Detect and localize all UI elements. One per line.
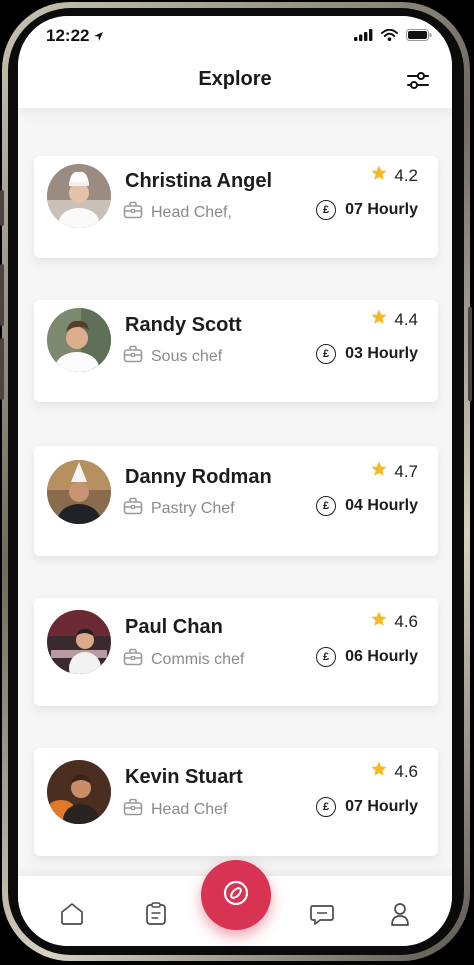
rating: 4.6	[370, 610, 418, 633]
home-icon[interactable]	[56, 898, 88, 930]
rating-value: 4.6	[394, 761, 418, 781]
chef-role: Head Chef	[151, 800, 228, 818]
role-row: Head Chef	[123, 798, 228, 821]
power-button	[468, 307, 472, 401]
chef-card[interactable]: Danny Rodman Pastry Chef 4.7 £ 04 Hourly	[34, 446, 438, 556]
rate-text: 04 Hourly	[345, 497, 418, 514]
role-row: Head Chef,	[123, 201, 232, 224]
page-title: Explore	[198, 68, 272, 90]
role-row: Commis chef	[123, 648, 244, 671]
chef-role: Commis chef	[151, 650, 245, 668]
wifi-icon	[381, 28, 398, 46]
status-time: 12:22	[46, 26, 90, 45]
rating: 4.6	[370, 760, 418, 783]
chef-name: Christina Angel	[125, 170, 273, 192]
rating-value: 4.4	[394, 309, 418, 329]
pound-icon: £	[316, 647, 337, 667]
status-icons	[354, 28, 432, 46]
chef-role: Pastry Chef	[151, 499, 235, 517]
hourly-rate: £ 03 Hourly	[316, 344, 418, 364]
rating-value: 4.7	[394, 461, 418, 481]
top-app-bar: Explore	[18, 56, 452, 108]
chef-card[interactable]: Randy Scott Sous chef 4.4 £ 03 Hourly	[34, 300, 438, 402]
location-arrow-icon	[93, 29, 104, 47]
star-icon	[370, 308, 388, 331]
star-icon	[370, 760, 388, 783]
chef-role: Sous chef	[151, 347, 223, 365]
profile-icon[interactable]	[384, 898, 416, 930]
chef-card[interactable]: Kevin Stuart Head Chef 4.6 £ 07 Hourly	[34, 748, 438, 856]
briefcase-icon	[123, 798, 143, 821]
hourly-rate: £ 06 Hourly	[316, 647, 418, 667]
briefcase-icon	[123, 201, 143, 224]
rate-text: 07 Hourly	[345, 798, 418, 815]
status-bar: 12:22	[18, 16, 452, 56]
avatar	[47, 610, 111, 674]
side-button	[0, 190, 4, 226]
rating: 4.2	[370, 164, 418, 187]
rating-value: 4.2	[394, 165, 418, 185]
rating: 4.4	[370, 308, 418, 331]
pound-icon: £	[316, 200, 337, 220]
explore-fab[interactable]	[201, 860, 271, 930]
chef-card[interactable]: Christina Angel Head Chef, 4.2 £ 07 Hour…	[34, 156, 438, 258]
chef-name: Kevin Stuart	[125, 766, 243, 788]
volume-down-button	[0, 338, 4, 400]
rate-text: 06 Hourly	[345, 648, 418, 665]
avatar	[47, 308, 111, 372]
app-screen: 12:22 Explore Christina Angel Head Chef,…	[18, 16, 452, 946]
star-icon	[370, 164, 388, 187]
pound-icon: £	[316, 344, 337, 364]
chef-name: Paul Chan	[125, 616, 223, 638]
avatar	[47, 164, 111, 228]
role-row: Pastry Chef	[123, 497, 235, 520]
briefcase-icon	[123, 345, 143, 368]
pound-icon: £	[316, 496, 337, 516]
rate-text: 07 Hourly	[345, 201, 418, 218]
filter-sliders-icon[interactable]	[406, 70, 430, 92]
briefcase-icon	[123, 648, 143, 671]
rating-value: 4.6	[394, 611, 418, 631]
hourly-rate: £ 04 Hourly	[316, 496, 418, 516]
role-row: Sous chef	[123, 345, 222, 368]
chat-icon[interactable]	[306, 898, 338, 930]
star-icon	[370, 610, 388, 633]
compass-icon	[221, 878, 251, 913]
avatar	[47, 460, 111, 524]
signal-icon	[354, 28, 373, 46]
battery-icon	[406, 28, 432, 46]
rate-text: 03 Hourly	[345, 345, 418, 362]
briefcase-icon	[123, 497, 143, 520]
hourly-rate: £ 07 Hourly	[316, 797, 418, 817]
chef-name: Danny Rodman	[125, 466, 272, 488]
clipboard-icon[interactable]	[140, 898, 172, 930]
avatar	[47, 760, 111, 824]
pound-icon: £	[316, 797, 337, 817]
chef-card[interactable]: Paul Chan Commis chef 4.6 £ 06 Hourly	[34, 598, 438, 706]
rating: 4.7	[370, 460, 418, 483]
hourly-rate: £ 07 Hourly	[316, 200, 418, 220]
volume-up-button	[0, 264, 4, 326]
star-icon	[370, 460, 388, 483]
chef-role: Head Chef,	[151, 203, 232, 221]
chef-name: Randy Scott	[125, 314, 242, 336]
